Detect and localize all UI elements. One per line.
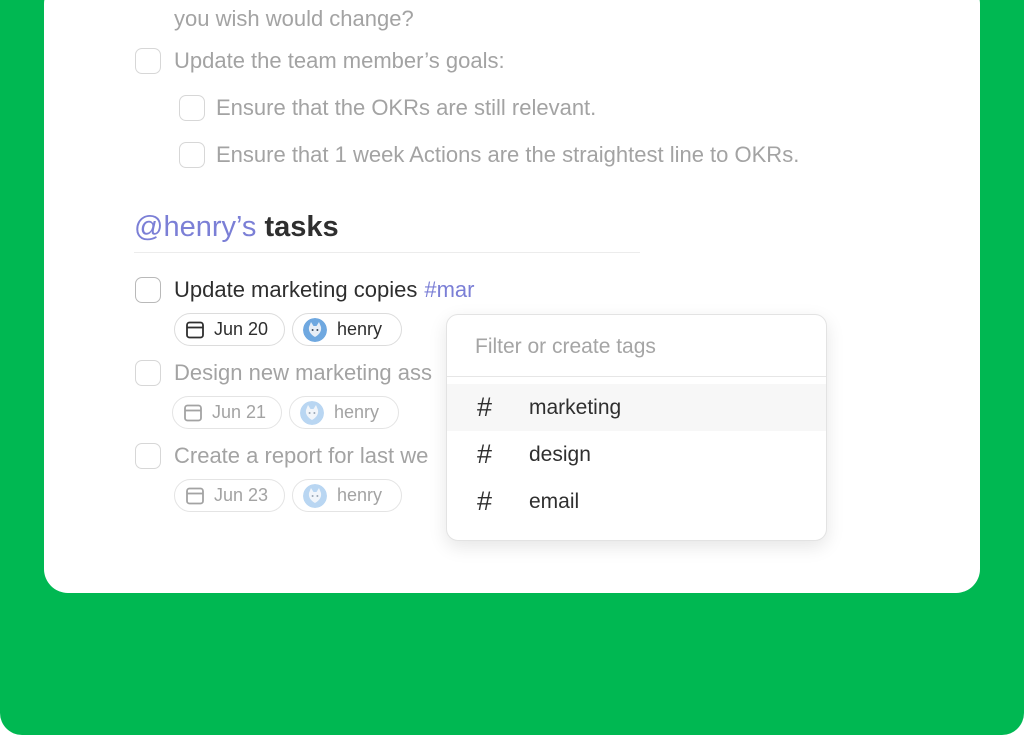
assignee-chip[interactable]: henry	[292, 479, 402, 512]
due-date-label: Jun 21	[212, 402, 267, 422]
assignee-label: henry	[337, 485, 383, 505]
calendar-icon	[184, 404, 202, 421]
checklist-item-label: Update the team member’s goals:	[174, 48, 505, 73]
tag-option-marketing[interactable]: # marketing	[447, 384, 826, 431]
hash-icon: #	[477, 486, 493, 516]
checklist-subitem-actions: Ensure that 1 week Actions are the strai…	[179, 142, 799, 168]
tag-dropdown: Filter or create tags # marketing # desi…	[446, 314, 827, 541]
avatar	[300, 400, 324, 425]
tag-option-design[interactable]: # design	[447, 431, 826, 478]
avatar	[303, 483, 327, 508]
due-date-chip[interactable]: Jun 20	[174, 313, 285, 346]
assignee-chip[interactable]: henry	[289, 396, 399, 429]
task-item: Create a report for last we	[135, 443, 428, 469]
tag-input-text[interactable]: #mar	[424, 277, 474, 303]
section-heading: @henry’s tasks	[134, 211, 339, 244]
dropdown-divider	[447, 376, 826, 377]
user-mention[interactable]: @henry’s	[134, 211, 256, 243]
section-title: tasks	[264, 211, 339, 243]
tag-option-label: email	[529, 489, 580, 513]
due-date-label: Jun 23	[214, 485, 269, 505]
task-title[interactable]: Update marketing copies	[174, 277, 417, 303]
checkbox[interactable]	[135, 48, 161, 74]
task-item: Update marketing copies #mar	[135, 277, 474, 303]
assignee-label: henry	[334, 402, 380, 422]
checklist-item-label: Ensure that 1 week Actions are the strai…	[216, 142, 800, 167]
checklist-item-label: Ensure that the OKRs are still relevant.	[216, 95, 597, 120]
tag-option-email[interactable]: # email	[447, 478, 826, 525]
assignee-chip[interactable]: henry	[292, 313, 402, 346]
checklist-item-goals: Update the team member’s goals:	[135, 48, 505, 74]
due-date-label: Jun 20	[214, 319, 269, 339]
calendar-icon	[186, 487, 204, 504]
avatar	[303, 317, 327, 342]
tag-option-label: design	[529, 442, 591, 466]
task-title[interactable]: Create a report for last we	[174, 443, 428, 469]
checkbox[interactable]	[135, 360, 161, 386]
task-title[interactable]: Design new marketing ass	[174, 360, 432, 386]
checkbox[interactable]	[135, 277, 161, 303]
due-date-chip[interactable]: Jun 23	[174, 479, 285, 512]
tag-option-label: marketing	[529, 395, 622, 419]
due-date-chip[interactable]: Jun 21	[172, 396, 282, 429]
checkbox[interactable]	[135, 443, 161, 469]
task-item: Design new marketing ass	[135, 360, 432, 386]
checkbox[interactable]	[179, 142, 205, 168]
tag-filter-input[interactable]: Filter or create tags	[475, 335, 656, 359]
calendar-icon	[186, 321, 204, 338]
assignee-label: henry	[337, 319, 383, 339]
checklist-subitem-okrs: Ensure that the OKRs are still relevant.	[179, 95, 596, 121]
hash-icon: #	[477, 439, 493, 469]
hash-icon: #	[477, 392, 493, 422]
checkbox[interactable]	[179, 95, 205, 121]
checklist-partial-line: you wish would change?	[174, 6, 414, 31]
section-divider	[134, 252, 640, 253]
